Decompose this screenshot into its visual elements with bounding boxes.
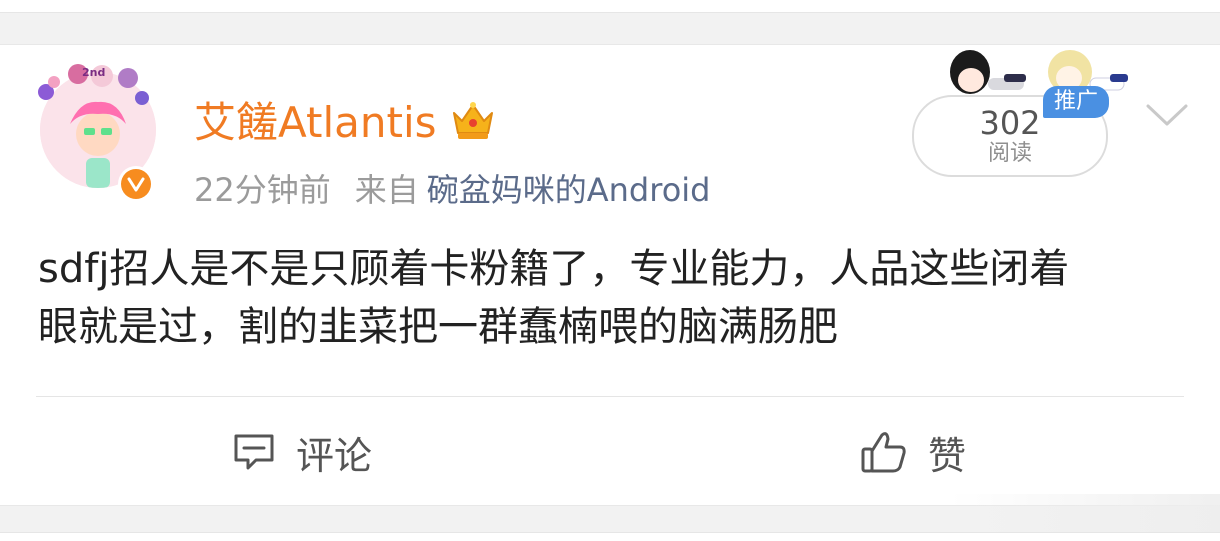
- divider: [36, 396, 1184, 397]
- username[interactable]: 艾饈Atlantis: [194, 98, 437, 148]
- next-post-edge: [950, 494, 1220, 534]
- post-text-line-2: 眼就是过，割的韭菜把一群蠢楠喂的脑满肠肥: [38, 304, 838, 350]
- like-button[interactable]: 赞: [860, 424, 966, 480]
- avatar-frame-decoration: 2nd: [38, 64, 149, 105]
- comment-label: 评论: [296, 433, 373, 478]
- post-content: sdfj招人是不是只顾着卡粉籍了，专业能力，人品这些闭着 眼就是过，割的韭菜把一…: [38, 240, 1188, 356]
- post-source[interactable]: 碗盆妈咪的Android: [427, 171, 711, 209]
- from-label: 来自: [354, 171, 419, 209]
- promote-badge[interactable]: 推广: [1043, 86, 1109, 118]
- post-text-line-1: sdfj招人是不是只顾着卡粉籍了，专业能力，人品这些闭着: [38, 246, 1070, 292]
- comment-icon: [234, 434, 274, 470]
- read-label: 阅读: [987, 141, 1032, 166]
- post-time: 22分钟前: [194, 171, 331, 209]
- verified-badge-icon: [118, 166, 154, 202]
- comment-button[interactable]: 评论: [232, 424, 372, 480]
- crown-icon: [453, 102, 493, 139]
- divider: [0, 12, 1220, 13]
- sticker-decoration: [950, 50, 1128, 94]
- previous-post-edge: [0, 0, 1220, 12]
- post-meta: 22分钟前 来自 碗盆妈咪的Android: [194, 170, 710, 210]
- thumbs-up-icon: [861, 432, 906, 473]
- svg-text:2nd: 2nd: [82, 66, 105, 79]
- chevron-down-icon[interactable]: [1144, 100, 1190, 130]
- like-label: 赞: [928, 433, 967, 478]
